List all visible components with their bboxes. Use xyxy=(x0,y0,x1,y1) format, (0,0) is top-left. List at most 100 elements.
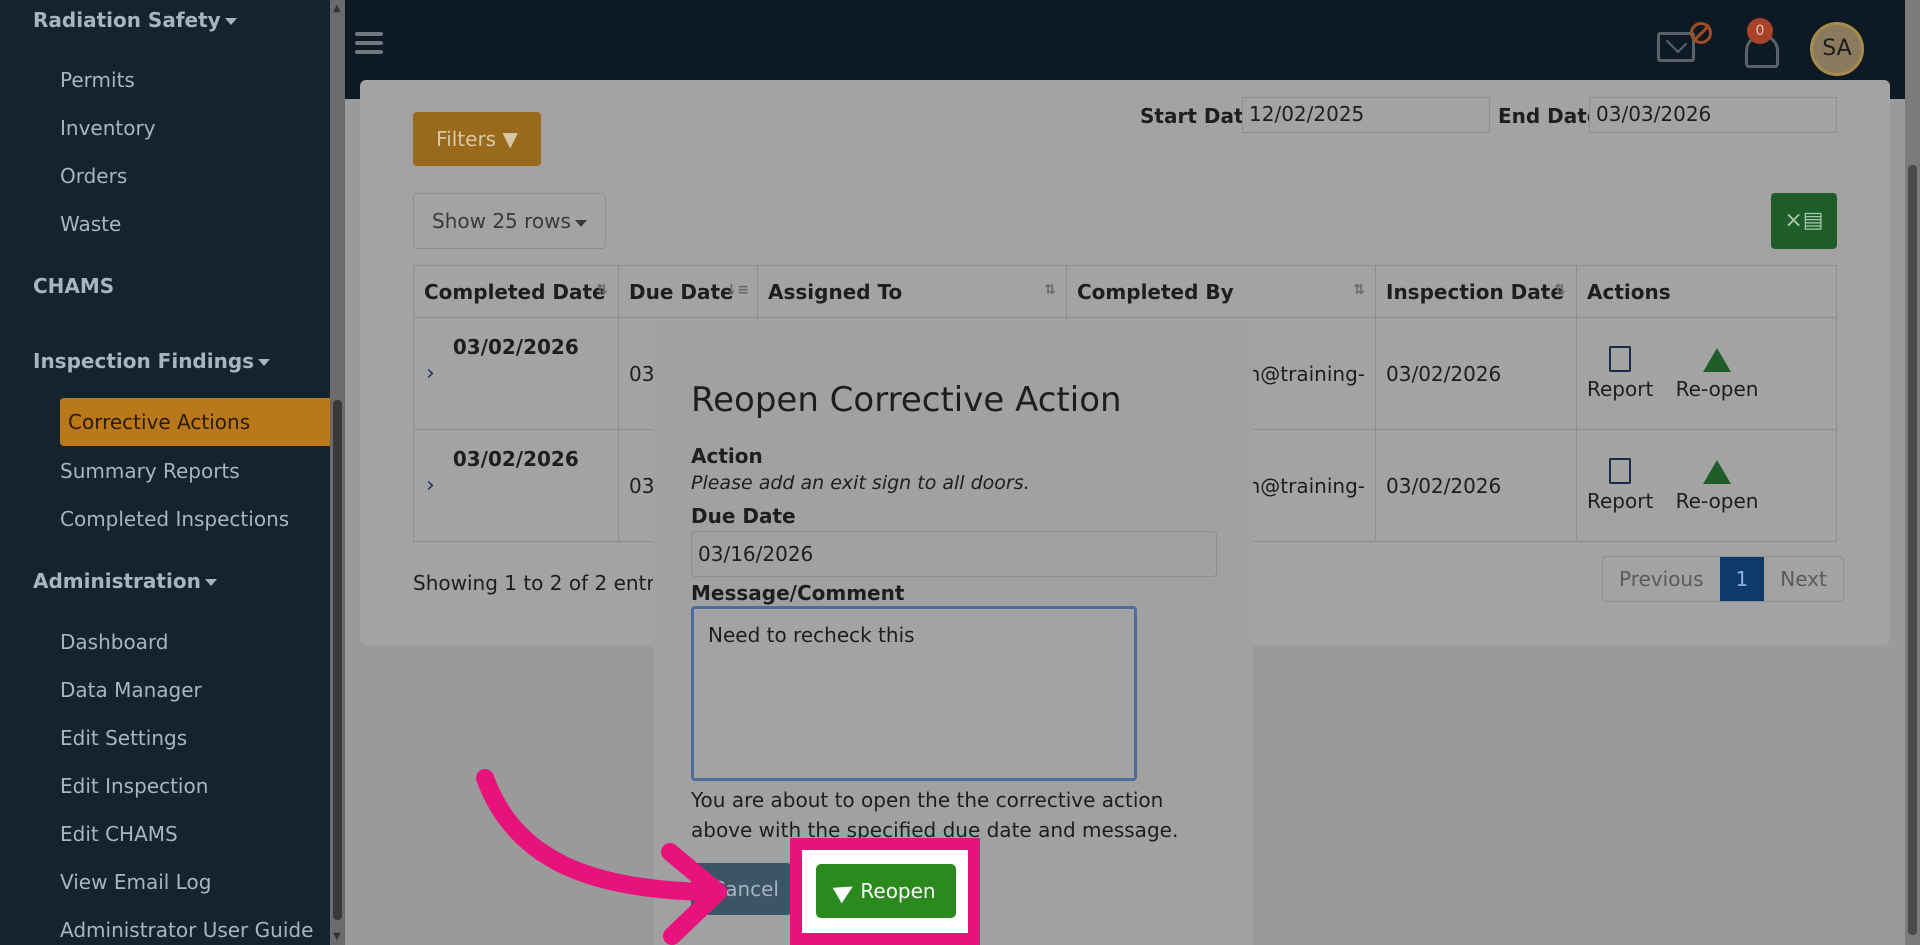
sidebar-item-completed-inspections[interactable]: Completed Inspections xyxy=(60,507,289,531)
column-header-completed-by[interactable]: Completed By ⇅ xyxy=(1066,265,1376,318)
sort-icon: ⇅ xyxy=(1353,282,1365,298)
header-label: Due Date xyxy=(629,279,734,304)
reopen-link[interactable]: Re-open xyxy=(1675,348,1759,401)
sidebar-item-edit-chams[interactable]: Edit CHAMS xyxy=(60,822,178,846)
sort-icon: ⇅ xyxy=(1554,282,1566,298)
header-label: Completed Date xyxy=(424,279,606,304)
sidebar-item-label: Corrective Actions xyxy=(68,410,251,434)
modal-note: You are about to open the the corrective… xyxy=(691,788,1179,842)
sidebar-section-label: Inspection Findings xyxy=(33,349,255,373)
header-label: Assigned To xyxy=(768,279,903,304)
reopen-link[interactable]: Re-open xyxy=(1675,460,1759,513)
avatar[interactable]: SA xyxy=(1810,22,1864,76)
main-scrollbar[interactable] xyxy=(1905,0,1920,945)
sidebar-item-admin-user-guide[interactable]: Administrator User Guide xyxy=(60,918,313,942)
column-header-completed-date[interactable]: Completed Date ⇅ xyxy=(413,265,619,318)
report-label: Report xyxy=(1587,489,1654,513)
hamburger-menu-icon[interactable] xyxy=(355,32,383,56)
scroll-up-icon[interactable]: ▲ xyxy=(333,3,341,14)
sort-icon: ⇅ xyxy=(1044,282,1056,298)
scrollbar-thumb[interactable] xyxy=(1908,165,1917,935)
sidebar-section-label: Administration xyxy=(33,569,201,593)
next-page-button[interactable]: Next xyxy=(1764,557,1843,601)
mail-icon[interactable] xyxy=(1657,32,1695,62)
column-header-inspection-date[interactable]: Inspection Date ⇅ xyxy=(1375,265,1577,318)
sidebar-section-administration[interactable]: Administration xyxy=(33,569,217,593)
previous-page-button[interactable]: Previous xyxy=(1603,557,1720,601)
sidebar-item-orders[interactable]: Orders xyxy=(60,164,127,188)
filter-icon: ▼ xyxy=(502,127,518,151)
sidebar-item-view-email-log[interactable]: View Email Log xyxy=(60,870,211,894)
sidebar-item-chams[interactable]: CHAMS xyxy=(33,274,114,298)
report-link[interactable]: Report xyxy=(1587,458,1653,513)
sidebar-item-waste[interactable]: Waste xyxy=(60,212,121,236)
due-date-input[interactable]: 03/16/2026 xyxy=(691,531,1217,577)
start-date-label: Start Date xyxy=(1140,104,1258,128)
document-icon xyxy=(1609,346,1632,372)
report-label: Report xyxy=(1587,377,1654,401)
message-label: Message/Comment xyxy=(691,581,905,605)
sidebar: Radiation Safety Permits Inventory Order… xyxy=(0,0,330,945)
reopen-button[interactable]: Reopen xyxy=(816,864,956,918)
table-info: Showing 1 to 2 of 2 entries xyxy=(413,571,683,595)
reopen-button-label: Reopen xyxy=(860,879,936,903)
chevron-right-icon[interactable]: › xyxy=(426,361,435,386)
sidebar-item-edit-inspection[interactable]: Edit Inspection xyxy=(60,774,208,798)
end-date-input[interactable]: 03/03/2026 xyxy=(1589,97,1837,133)
caret-down-icon xyxy=(204,579,217,586)
scrollbar-thumb[interactable] xyxy=(333,400,342,920)
header-label: Actions xyxy=(1587,279,1671,304)
report-link[interactable]: Report xyxy=(1587,346,1653,401)
reopen-label: Re-open xyxy=(1675,489,1759,513)
sidebar-section-radiation-safety[interactable]: Radiation Safety xyxy=(33,8,237,32)
sidebar-section-inspection-findings[interactable]: Inspection Findings xyxy=(33,349,271,373)
inspection-date-cell: 03/02/2026 xyxy=(1375,429,1577,542)
annotation-arrow xyxy=(476,769,727,945)
column-header-actions: Actions xyxy=(1576,265,1837,318)
chevron-down-icon xyxy=(575,220,587,227)
sidebar-item-dashboard[interactable]: Dashboard xyxy=(60,630,169,654)
column-header-due-date[interactable]: Due Date ↓≡ xyxy=(618,265,758,318)
scroll-down-icon[interactable]: ▼ xyxy=(333,931,341,942)
document-icon xyxy=(1609,458,1632,484)
reopen-label: Re-open xyxy=(1675,377,1759,401)
start-date-input[interactable]: 12/02/2025 xyxy=(1242,97,1490,133)
caret-down-icon xyxy=(224,18,237,25)
rows-per-page-select[interactable]: Show 25 rows xyxy=(413,193,606,249)
filters-button[interactable]: Filters ▼ xyxy=(413,112,541,166)
header-label: Inspection Date xyxy=(1386,279,1564,304)
message-textarea[interactable]: Need to recheck this xyxy=(691,606,1137,781)
sidebar-item-inventory[interactable]: Inventory xyxy=(60,116,156,140)
warning-icon xyxy=(1703,348,1732,372)
caret-down-icon xyxy=(258,359,271,366)
filters-button-label: Filters xyxy=(436,127,497,151)
warning-icon xyxy=(1703,460,1732,484)
sidebar-item-data-manager[interactable]: Data Manager xyxy=(60,678,202,702)
modal-title: Reopen Corrective Action xyxy=(691,380,1122,420)
sidebar-scrollbar[interactable]: ▲ ▼ xyxy=(330,0,345,945)
rows-select-label: Show 25 rows xyxy=(432,209,571,233)
paper-plane-icon xyxy=(833,878,858,904)
excel-export-button[interactable]: ×▤ xyxy=(1771,193,1837,249)
sidebar-item-edit-settings[interactable]: Edit Settings xyxy=(60,726,187,750)
blocked-icon xyxy=(1690,22,1712,44)
sidebar-item-permits[interactable]: Permits xyxy=(60,68,135,92)
actions-cell: Report Re-open xyxy=(1576,429,1837,542)
completed-date: 03/02/2026 xyxy=(452,335,579,359)
column-header-assigned-to[interactable]: Assigned To ⇅ xyxy=(757,265,1067,318)
chevron-right-icon[interactable]: › xyxy=(426,473,435,498)
end-date-label: End Date xyxy=(1498,104,1601,128)
sidebar-section-label: Radiation Safety xyxy=(33,8,221,32)
sidebar-item-summary-reports[interactable]: Summary Reports xyxy=(60,459,240,483)
excel-icon: ×▤ xyxy=(1784,208,1824,233)
sidebar-item-corrective-actions[interactable]: Corrective Actions xyxy=(60,398,330,446)
completed-date: 03/02/2026 xyxy=(452,447,579,471)
pagination: Previous 1 Next xyxy=(1602,556,1844,602)
sort-desc-icon: ↓≡ xyxy=(725,282,749,298)
action-text: Please add an exit sign to all doors. xyxy=(691,472,1030,494)
sort-icon: ⇅ xyxy=(596,282,608,298)
inspection-date-cell: 03/02/2026 xyxy=(1375,317,1577,430)
due-date-label: Due Date xyxy=(691,504,796,528)
page-1-button[interactable]: 1 xyxy=(1719,557,1765,601)
header-label: Completed By xyxy=(1077,279,1234,304)
